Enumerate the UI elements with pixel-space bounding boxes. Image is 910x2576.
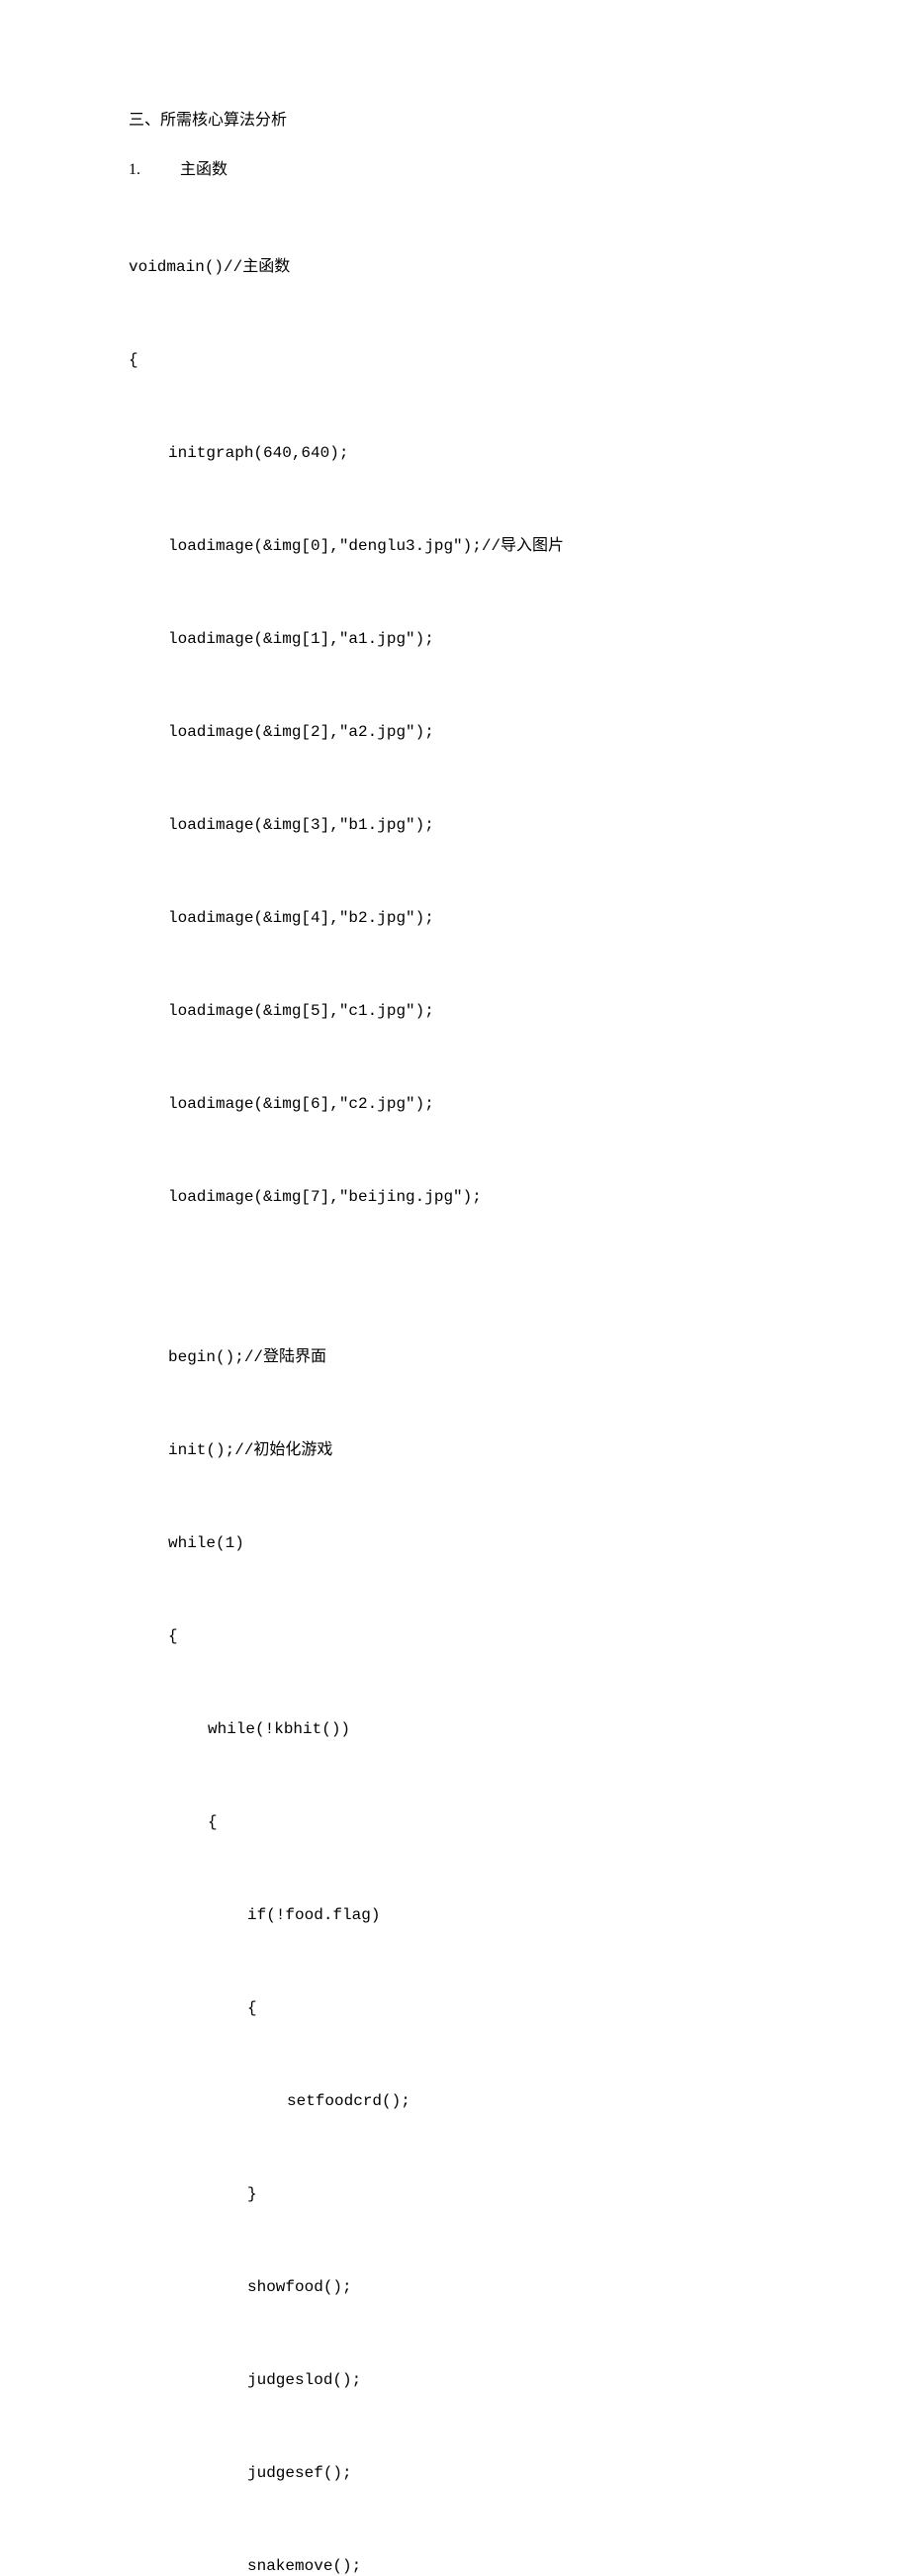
code-line: while(1) [129,1531,781,1555]
code-line: showfood(); [129,2275,781,2299]
code-line: loadimage(&img[1],"a1.jpg"); [129,627,781,651]
code-line: loadimage(&img[6],"c2.jpg"); [129,1092,781,1116]
code-line: { [129,1996,781,2020]
code-line: loadimage(&img[7],"beijing.jpg"); [129,1185,781,1209]
code-line: loadimage(&img[0],"denglu3.jpg");//导入图片 [129,534,781,558]
code-line: { [129,1624,781,1648]
code-block: voidmain()//主函数 { initgraph(640,640); lo… [129,208,781,2576]
code-line: loadimage(&img[4],"b2.jpg"); [129,906,781,930]
code-line: judgeslod(); [129,2368,781,2392]
code-line: if(!food.flag) [129,1903,781,1927]
code-line: init();//初始化游戏 [129,1438,781,1462]
list-number: 1. [129,158,176,182]
code-line: while(!kbhit()) [129,1717,781,1741]
list-item: 1. 主函数 [129,158,781,182]
code-line: snakemove(); [129,2554,781,2576]
code-line: loadimage(&img[5],"c1.jpg"); [129,999,781,1023]
code-line: judgesef(); [129,2461,781,2485]
code-line: voidmain()//主函数 [129,255,781,279]
section-heading: 三、所需核心算法分析 [129,109,781,133]
code-line: initgraph(640,640); [129,441,781,465]
code-line: begin();//登陆界面 [129,1345,781,1369]
code-line: loadimage(&img[3],"b1.jpg"); [129,813,781,837]
code-line: setfoodcrd(); [129,2089,781,2113]
code-line: loadimage(&img[2],"a2.jpg"); [129,720,781,744]
list-label: 主函数 [180,161,228,178]
code-line: { [129,348,781,372]
code-line: { [129,1810,781,1834]
code-line: } [129,2182,781,2206]
